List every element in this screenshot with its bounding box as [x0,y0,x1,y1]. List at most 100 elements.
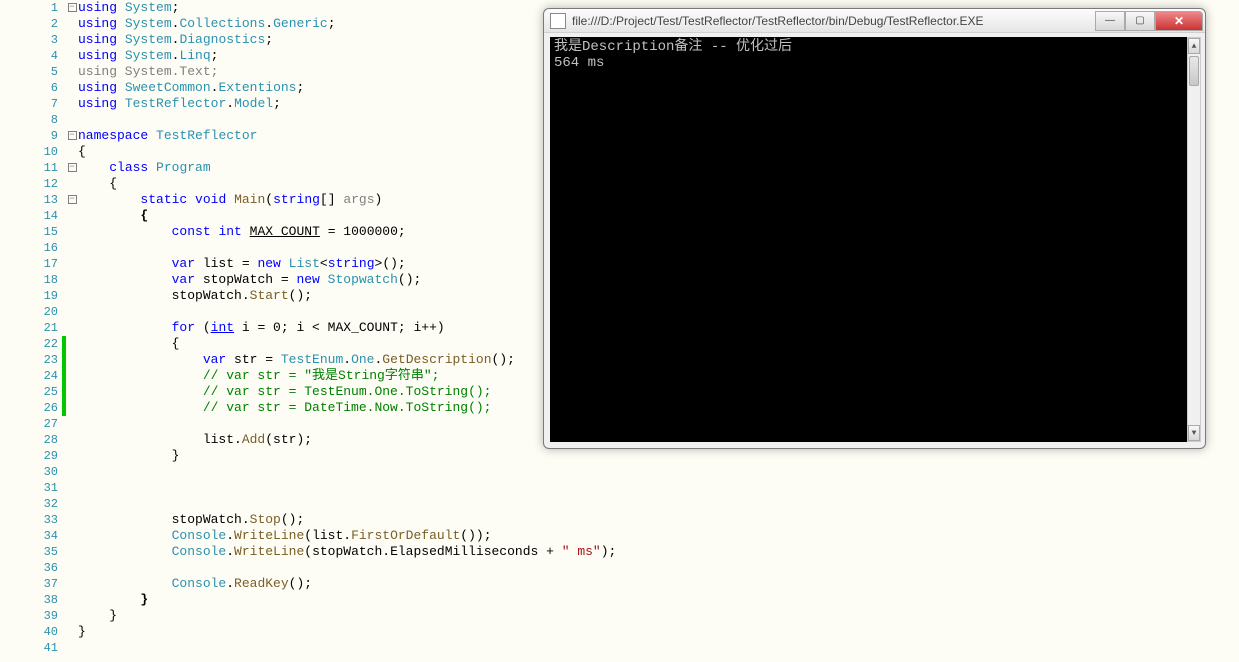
code-content[interactable]: } [78,624,86,640]
code-content[interactable]: static void Main(string[] args) [78,192,382,208]
code-content[interactable]: using TestReflector.Model; [78,96,281,112]
fold-gutter[interactable] [66,208,78,224]
code-content[interactable]: list.Add(str); [78,432,312,448]
code-line[interactable]: 30 [0,464,1239,480]
code-line[interactable]: 31 [0,480,1239,496]
fold-gutter[interactable] [66,352,78,368]
fold-gutter[interactable] [66,480,78,496]
fold-gutter[interactable]: − [66,128,78,144]
fold-gutter[interactable] [66,288,78,304]
fold-gutter[interactable]: − [66,0,78,16]
fold-gutter[interactable]: − [66,192,78,208]
fold-gutter[interactable]: − [66,160,78,176]
code-line[interactable]: 38 } [0,592,1239,608]
code-content[interactable]: { [78,144,86,160]
code-content[interactable]: class Program [78,160,211,176]
code-content[interactable]: const int MAX_COUNT = 1000000; [78,224,406,240]
code-content[interactable]: } [78,608,117,624]
code-line[interactable]: 36 [0,560,1239,576]
fold-gutter[interactable] [66,272,78,288]
fold-gutter[interactable] [66,512,78,528]
fold-gutter[interactable] [66,496,78,512]
code-content[interactable]: var list = new List<string>(); [78,256,406,272]
console-output[interactable]: 我是Description备注 -- 优化过后564 ms [550,37,1187,442]
maximize-button[interactable]: ▢ [1125,11,1155,31]
fold-toggle-icon[interactable]: − [68,195,77,204]
fold-gutter[interactable] [66,48,78,64]
minimize-button[interactable]: — [1095,11,1125,31]
titlebar[interactable]: file:///D:/Project/Test/TestReflector/Te… [544,9,1205,33]
fold-gutter[interactable] [66,544,78,560]
fold-gutter[interactable] [66,464,78,480]
fold-toggle-icon[interactable]: − [68,3,77,12]
code-content[interactable]: { [78,176,117,192]
code-content[interactable]: using System.Linq; [78,48,218,64]
fold-gutter[interactable] [66,336,78,352]
code-content[interactable]: using System; [78,0,179,16]
scroll-thumb[interactable] [1189,56,1199,86]
fold-gutter[interactable] [66,16,78,32]
fold-gutter[interactable] [66,368,78,384]
fold-gutter[interactable] [66,224,78,240]
fold-gutter[interactable] [66,400,78,416]
code-content[interactable]: } [78,448,179,464]
code-content[interactable]: using SweetCommon.Extentions; [78,80,304,96]
close-button[interactable]: ✕ [1155,11,1203,31]
code-line[interactable]: 39 } [0,608,1239,624]
fold-gutter[interactable] [66,608,78,624]
code-content[interactable]: Console.ReadKey(); [78,576,312,592]
code-content[interactable]: { [78,336,179,352]
fold-gutter[interactable] [66,240,78,256]
code-content[interactable]: using System.Diagnostics; [78,32,273,48]
code-content[interactable]: } [78,592,148,608]
code-content[interactable]: namespace TestReflector [78,128,257,144]
fold-gutter[interactable] [66,112,78,128]
code-content[interactable]: var stopWatch = new Stopwatch(); [78,272,421,288]
code-content[interactable]: Console.WriteLine(list.FirstOrDefault())… [78,528,492,544]
code-content[interactable]: // var str = DateTime.Now.ToString(); [78,400,491,416]
fold-gutter[interactable] [66,256,78,272]
code-line[interactable]: 40} [0,624,1239,640]
fold-gutter[interactable] [66,64,78,80]
code-content[interactable]: Console.WriteLine(stopWatch.ElapsedMilli… [78,544,616,560]
fold-gutter[interactable] [66,592,78,608]
scroll-down-button[interactable]: ▼ [1188,425,1200,441]
fold-gutter[interactable] [66,32,78,48]
code-line[interactable]: 33 stopWatch.Stop(); [0,512,1239,528]
code-line[interactable]: 34 Console.WriteLine(list.FirstOrDefault… [0,528,1239,544]
fold-gutter[interactable] [66,416,78,432]
fold-gutter[interactable] [66,432,78,448]
code-content[interactable]: using System.Text; [78,64,218,80]
fold-gutter[interactable] [66,304,78,320]
console-scrollbar[interactable]: ▲ ▼ [1187,37,1201,442]
fold-toggle-icon[interactable]: − [68,131,77,140]
scroll-up-button[interactable]: ▲ [1188,38,1200,54]
code-line[interactable]: 32 [0,496,1239,512]
code-content[interactable]: stopWatch.Start(); [78,288,312,304]
code-content[interactable]: // var str = "我是String字符串"; [78,368,439,384]
fold-gutter[interactable] [66,640,78,656]
fold-gutter[interactable] [66,96,78,112]
code-content[interactable]: for (int i = 0; i < MAX_COUNT; i++) [78,320,445,336]
code-content[interactable]: using System.Collections.Generic; [78,16,336,32]
fold-gutter[interactable] [66,448,78,464]
code-content[interactable]: stopWatch.Stop(); [78,512,304,528]
fold-gutter[interactable] [66,576,78,592]
fold-gutter[interactable] [66,560,78,576]
code-line[interactable]: 37 Console.ReadKey(); [0,576,1239,592]
fold-gutter[interactable] [66,320,78,336]
fold-gutter[interactable] [66,80,78,96]
fold-gutter[interactable] [66,384,78,400]
fold-gutter[interactable] [66,624,78,640]
code-line[interactable]: 29 } [0,448,1239,464]
fold-toggle-icon[interactable]: − [68,163,77,172]
fold-gutter[interactable] [66,144,78,160]
console-window[interactable]: file:///D:/Project/Test/TestReflector/Te… [543,8,1206,449]
code-content[interactable]: var str = TestEnum.One.GetDescription(); [78,352,515,368]
code-line[interactable]: 41 [0,640,1239,656]
code-content[interactable]: { [78,208,148,224]
fold-gutter[interactable] [66,528,78,544]
code-line[interactable]: 35 Console.WriteLine(stopWatch.ElapsedMi… [0,544,1239,560]
code-content[interactable]: // var str = TestEnum.One.ToString(); [78,384,491,400]
fold-gutter[interactable] [66,176,78,192]
